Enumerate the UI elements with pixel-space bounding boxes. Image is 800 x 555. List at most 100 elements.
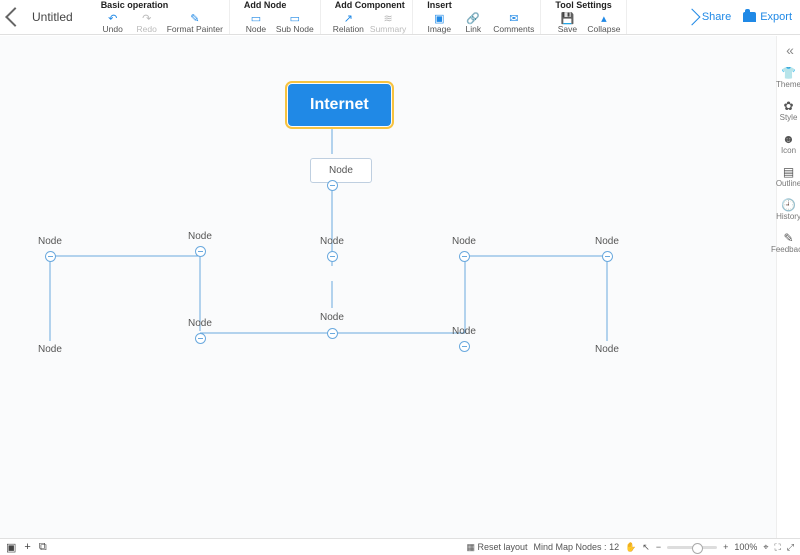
fit-button[interactable]: ⛶ [774,542,780,553]
back-button[interactable] [5,7,25,27]
image-label: Image [427,24,451,34]
fullscreen-button[interactable]: ⤢ [787,542,794,553]
node-l3d-label[interactable]: Node [452,326,476,337]
relation-button[interactable]: ↗Relation [333,12,364,34]
zoom-in-button[interactable]: + [723,542,728,552]
cursor-tool-button[interactable]: ↖ [642,542,650,553]
zoom-out-button[interactable]: − [656,542,661,552]
side-history-button[interactable]: 🕘History [771,198,800,221]
node-l3b-label[interactable]: Node [188,318,212,329]
outline-label: Outline [776,179,800,188]
side-style-button[interactable]: ✿Style [771,99,800,122]
save-icon: 💾 [560,12,574,24]
side-icon-button[interactable]: ☻Icon [771,132,800,155]
summary-button[interactable]: ≋Summary [370,12,406,34]
summary-label: Summary [370,24,406,34]
top-right: Share Export [686,11,792,23]
comments-icon: ✉ [507,12,521,24]
save-button[interactable]: 💾Save [553,12,581,34]
canvas[interactable]: Internet Node Node Node Node Node Node N… [0,36,777,538]
side-theme-button[interactable]: 👕Theme [771,66,800,89]
history-label: History [776,212,800,221]
node-l3c-label[interactable]: Node [320,312,344,323]
relation-icon: ↗ [341,12,355,24]
node-l3e-label[interactable]: Node [595,344,619,355]
collapse-button[interactable]: ▴Collapse [587,12,620,34]
comments-button[interactable]: ✉Comments [493,12,534,34]
topbar: Untitled Basic operation ↶Undo ↷Redo ✎Forma… [0,0,800,35]
toggle-icon[interactable] [327,251,338,262]
node-l2b-label[interactable]: Node [188,231,212,242]
image-button[interactable]: ▣Image [425,12,453,34]
hand-tool-button[interactable]: ✋ [625,542,636,553]
new-button[interactable]: + [24,541,30,553]
zoom-value: 100% [734,542,757,552]
group-header: Insert [425,0,534,10]
root-node[interactable]: Internet [288,84,391,126]
collapse-icon: ▴ [597,12,611,24]
link-label: Link [465,24,481,34]
add-node-button[interactable]: ▭Node [242,12,270,34]
summary-icon: ≋ [381,12,395,24]
export-icon [743,12,756,22]
style-icon: ✿ [782,99,796,113]
node-l1[interactable]: Node [310,158,372,183]
node-count: Mind Map Nodes : 12 [534,542,620,552]
history-icon: 🕘 [782,198,796,212]
toggle-icon[interactable] [327,180,338,191]
reset-layout-button[interactable]: ▦ Reset layout [466,542,527,553]
toolbar-group: Add Node▭Node▭Sub Node [236,0,321,34]
template-button[interactable]: ⧉ [39,541,47,554]
node-l2d-label[interactable]: Node [452,236,476,247]
side-feedback-button[interactable]: ✎Feedback [771,231,800,254]
theme-icon: 👕 [782,66,796,80]
add-node-icon: ▭ [249,12,263,24]
toolbar-group: Tool Settings 💾Save ▴Collapse [547,0,627,34]
relation-label: Relation [333,24,364,34]
toggle-icon[interactable] [195,333,206,344]
add-page-button[interactable]: ▣ [6,541,16,554]
redo-button[interactable]: ↷Redo [133,12,161,34]
export-button[interactable]: Export [743,11,792,23]
node-l2c-label[interactable]: Node [320,236,344,247]
group-header: Tool Settings [553,0,620,10]
zoom-slider[interactable] [667,546,717,549]
format-painter-button[interactable]: ✎Format Painter [167,12,223,34]
group-header: Basic operation [99,0,223,10]
recenter-button[interactable]: ⌖ [763,542,768,553]
add-subnode-icon: ▭ [288,12,302,24]
undo-icon: ↶ [106,12,120,24]
toggle-icon[interactable] [459,251,470,262]
image-icon: ▣ [432,12,446,24]
status-bar: ▣ + ⧉ ▦ Reset layout Mind Map Nodes : 12… [0,538,800,555]
toggle-icon[interactable] [327,328,338,339]
toolbar-groups: Basic operation ↶Undo ↷Redo ✎Format Painter… [93,0,634,34]
node-l2a-label[interactable]: Node [38,236,62,247]
feedback-label: Feedback [771,245,800,254]
undo-label: Undo [103,24,123,34]
theme-label: Theme [776,80,800,89]
redo-label: Redo [137,24,157,34]
link-button[interactable]: 🔗Link [459,12,487,34]
toggle-icon[interactable] [45,251,56,262]
comments-label: Comments [493,24,534,34]
add-subnode-button[interactable]: ▭Sub Node [276,12,314,34]
toggle-icon[interactable] [602,251,613,262]
node-l2e-label[interactable]: Node [595,236,619,247]
zoom-knob[interactable] [692,543,703,554]
document-title[interactable]: Untitled [32,10,73,24]
side-outline-button[interactable]: ▤Outline [771,165,800,188]
share-icon [683,9,700,26]
group-header: Add Component [333,0,407,10]
save-label: Save [558,24,577,34]
undo-button[interactable]: ↶Undo [99,12,127,34]
collapse-panel-button[interactable]: « [786,42,791,58]
node-l3a-label[interactable]: Node [38,344,62,355]
export-label: Export [760,11,792,23]
redo-icon: ↷ [140,12,154,24]
toggle-icon[interactable] [195,246,206,257]
share-button[interactable]: Share [686,11,731,23]
toggle-icon[interactable] [459,341,470,352]
icon-label: Icon [781,146,796,155]
share-label: Share [702,11,731,23]
